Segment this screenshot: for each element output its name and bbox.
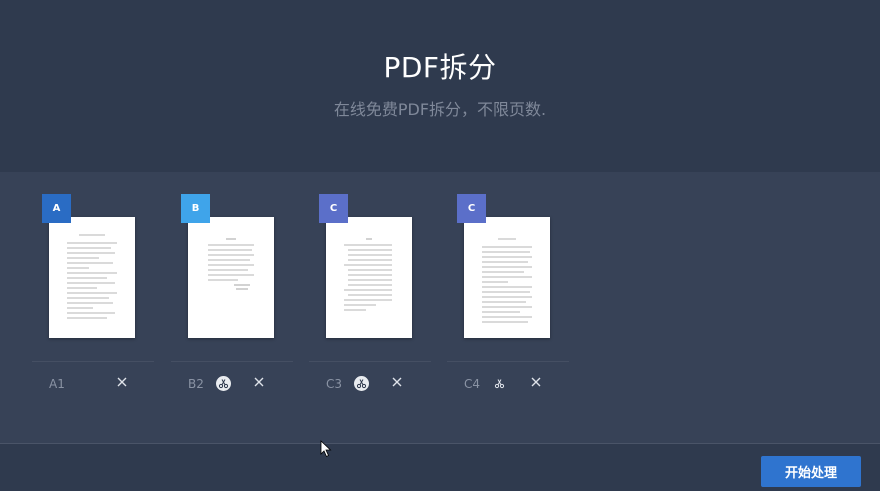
split-scissors-icon[interactable] [492, 376, 507, 391]
page-card-3[interactable]: C C3 [309, 194, 433, 404]
page-text-lines [482, 238, 532, 323]
start-processing-button[interactable]: 开始处理 [761, 456, 861, 487]
page-text-lines [67, 234, 117, 319]
page-title: PDF拆分 [383, 51, 497, 84]
group-badge: C [457, 194, 486, 223]
group-badge: A [42, 194, 71, 223]
card-divider [32, 361, 154, 362]
mouse-cursor-icon [320, 440, 332, 458]
page-thumbnail[interactable] [464, 217, 550, 338]
page-thumbnail[interactable] [188, 217, 274, 338]
close-icon[interactable] [252, 375, 266, 389]
page-label: C3 [326, 377, 343, 391]
page-card-4[interactable]: C C4 [447, 194, 571, 404]
page-label: B2 [188, 377, 204, 391]
page-thumbnail[interactable] [326, 217, 412, 338]
footer-divider [0, 443, 880, 444]
split-scissors-icon[interactable] [354, 376, 369, 391]
close-icon[interactable] [390, 375, 404, 389]
page-subtitle: 在线免费PDF拆分，不限页数. [333, 100, 547, 119]
page-card-1[interactable]: A A1 [32, 194, 156, 404]
group-badge: B [181, 194, 210, 223]
close-icon[interactable] [529, 375, 543, 389]
page-thumbnail[interactable] [49, 217, 135, 338]
card-divider [309, 361, 431, 362]
page-card-2[interactable]: B B2 [171, 194, 295, 404]
page-text-lines [344, 238, 392, 311]
card-divider [171, 361, 293, 362]
close-icon[interactable] [115, 375, 129, 389]
card-divider [447, 361, 569, 362]
page-header: PDF拆分 在线免费PDF拆分，不限页数. [0, 0, 880, 172]
page-text-lines [208, 238, 254, 290]
group-badge: C [319, 194, 348, 223]
page-label: C4 [464, 377, 481, 391]
split-scissors-icon[interactable] [216, 376, 231, 391]
page-label: A1 [49, 377, 65, 391]
